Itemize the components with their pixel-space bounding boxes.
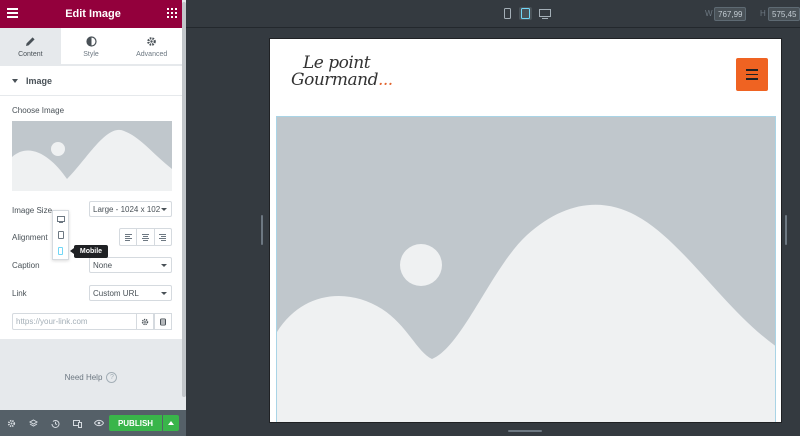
responsive-device-switcher: [52, 210, 69, 260]
question-icon: ?: [106, 372, 118, 383]
link-url-placeholder: https://your-link.com: [16, 317, 88, 326]
chevron-down-icon: [161, 208, 167, 211]
pencil-icon: [25, 35, 36, 49]
navigator-button[interactable]: [22, 418, 44, 428]
need-help-link[interactable]: Need Help ?: [0, 372, 182, 383]
caret-down-icon: [12, 78, 18, 83]
database-icon: [160, 318, 166, 325]
image-placeholder-icon: [12, 129, 172, 191]
hamburger-menu-icon[interactable]: [7, 8, 18, 19]
publish-button[interactable]: PUBLISH: [109, 415, 162, 431]
dynamic-tags-button[interactable]: [154, 313, 172, 330]
tablet-icon: [521, 8, 530, 19]
choose-image-thumbnail[interactable]: [12, 121, 172, 191]
section-toggle-image[interactable]: Image: [0, 66, 182, 96]
link-label: Link: [12, 289, 27, 298]
tab-style-label: Style: [83, 50, 99, 58]
mobile-icon: [58, 247, 63, 255]
settings-button[interactable]: [0, 419, 22, 428]
layers-icon: [28, 418, 38, 427]
responsive-mode-button[interactable]: [66, 419, 88, 428]
device-tooltip: Mobile: [70, 245, 108, 258]
logo-ellipsis: ...: [377, 70, 393, 90]
image-widget-placeholder[interactable]: [276, 116, 776, 422]
logo-line-2: Gourmand: [291, 70, 378, 90]
desktop-icon: [56, 215, 65, 223]
widgets-grid-icon[interactable]: [167, 8, 177, 18]
panel-header: Edit Image: [0, 0, 186, 28]
tab-advanced[interactable]: Advanced: [121, 28, 182, 64]
tab-style[interactable]: Style: [61, 28, 122, 64]
height-label: H: [760, 9, 766, 18]
preview-frame: Le point Gourmand...: [269, 38, 782, 423]
width-input[interactable]: 767,99: [714, 7, 747, 21]
width-label: W: [705, 9, 713, 18]
image-section: Image Choose Image Image Size Large - 10…: [0, 66, 182, 339]
history-icon: [51, 419, 59, 428]
alignment-choices: [119, 228, 172, 246]
align-left-button[interactable]: [120, 229, 138, 245]
chevron-down-icon: [161, 292, 167, 295]
align-center-button[interactable]: [137, 229, 155, 245]
link-options-button[interactable]: [136, 313, 154, 330]
need-help-label: Need Help: [64, 373, 103, 382]
desktop-icon: [538, 8, 551, 19]
caret-up-icon: [168, 421, 174, 425]
link-value: Custom URL: [93, 288, 139, 298]
device-desktop-button[interactable]: [538, 7, 551, 20]
link-select[interactable]: Custom URL: [89, 285, 172, 301]
tab-advanced-label: Advanced: [136, 50, 168, 58]
choose-image-label: Choose Image: [12, 106, 65, 115]
tab-content[interactable]: Content: [0, 28, 61, 64]
responsive-icon: [72, 419, 82, 428]
alignment-label: Alignment: [12, 233, 48, 242]
resize-handle-bottom[interactable]: [508, 430, 542, 432]
align-center-icon: [141, 233, 149, 242]
history-button[interactable]: [44, 419, 66, 428]
gear-icon: [7, 419, 15, 427]
hamburger-icon: [746, 69, 758, 71]
mobile-icon: [504, 8, 511, 19]
caption-label: Caption: [12, 261, 40, 270]
gear-icon: [141, 318, 149, 325]
panel-title: Edit Image: [65, 8, 121, 20]
resize-handle-left[interactable]: [261, 215, 263, 245]
device-tablet-button[interactable]: [519, 7, 532, 20]
align-right-icon: [159, 233, 167, 242]
image-placeholder-icon: [277, 204, 775, 422]
logo-line-2-wrap: Gourmand...: [291, 72, 393, 89]
contrast-icon: [85, 35, 97, 49]
resize-handle-right[interactable]: [785, 215, 787, 245]
mobile-menu-button[interactable]: [736, 58, 768, 91]
preview-button[interactable]: [88, 419, 110, 427]
tablet-icon: [57, 231, 64, 239]
caption-value: None: [93, 260, 113, 270]
section-title: Image: [26, 75, 53, 86]
device-desktop-option[interactable]: [53, 211, 68, 227]
tab-content-label: Content: [18, 50, 43, 58]
site-logo[interactable]: Le point Gourmand...: [291, 55, 393, 89]
device-mobile-button[interactable]: [501, 7, 514, 20]
panel-tabs: Content Style Advanced: [0, 28, 182, 64]
eye-icon: [94, 419, 104, 427]
editor-panel: Edit Image Content Style Advanced Image: [0, 0, 186, 436]
chevron-down-icon: [161, 264, 167, 267]
image-size-value: Large - 1024 x 102: [93, 204, 161, 214]
align-right-button[interactable]: [155, 229, 171, 245]
panel-footer: PUBLISH: [0, 410, 186, 436]
align-left-icon: [124, 233, 132, 242]
height-input[interactable]: 575,45: [768, 7, 800, 21]
image-size-select[interactable]: Large - 1024 x 102: [89, 201, 172, 217]
image-size-label: Image Size: [12, 206, 53, 215]
device-mobile-option[interactable]: [53, 243, 68, 259]
device-tablet-option[interactable]: [53, 227, 68, 243]
link-url-input[interactable]: https://your-link.com: [12, 313, 137, 330]
caption-select[interactable]: None: [89, 257, 172, 273]
responsive-topbar: W 767,99 H 575,45: [186, 0, 800, 28]
gear-icon: [146, 35, 157, 49]
publish-options-button[interactable]: [163, 415, 179, 431]
